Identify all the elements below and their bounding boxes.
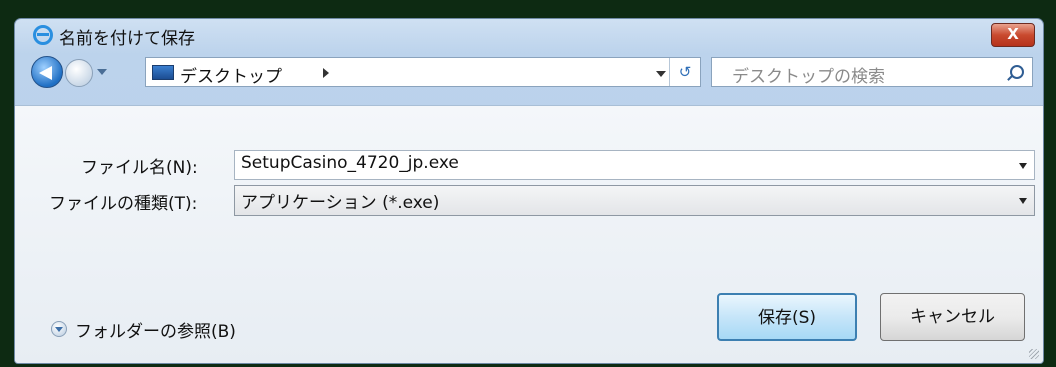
dialog-body: ファイル名(N): SetupCasino_4720_jp.exe ファイルの種… — [15, 105, 1043, 363]
dialog-title: 名前を付けて保存 — [59, 29, 195, 49]
refresh-icon[interactable]: ↺ — [669, 58, 700, 86]
address-bar[interactable]: デスクトップ ↺ — [145, 57, 701, 87]
internet-explorer-icon — [33, 25, 53, 45]
resize-grip-icon[interactable] — [1029, 349, 1039, 359]
browse-folders-toggle[interactable]: フォルダーの参照(B) — [75, 317, 236, 342]
filename-dropdown-icon[interactable] — [1019, 163, 1027, 169]
save-button[interactable]: 保存(S) — [717, 293, 857, 341]
filename-label: ファイル名(N): — [81, 158, 198, 178]
close-button[interactable]: X — [991, 23, 1035, 47]
navigation-bar: デスクトップ ↺ デスクトップの検索 — [15, 51, 1043, 93]
filetype-dropdown-icon[interactable] — [1019, 198, 1027, 204]
search-icon[interactable] — [1010, 65, 1024, 79]
desktop-icon — [152, 65, 174, 80]
filetype-value[interactable]: アプリケーション (*.exe) — [241, 193, 439, 213]
recent-pages-dropdown-icon[interactable] — [97, 69, 107, 75]
expand-folders-icon[interactable] — [51, 321, 67, 337]
breadcrumb-desktop[interactable]: デスクトップ — [180, 62, 282, 87]
search-box[interactable]: デスクトップの検索 — [711, 57, 1033, 87]
filename-value[interactable]: SetupCasino_4720_jp.exe — [241, 153, 459, 173]
filetype-select[interactable]: アプリケーション (*.exe) — [234, 185, 1035, 216]
cancel-button[interactable]: キャンセル — [880, 293, 1025, 341]
filename-field[interactable]: SetupCasino_4720_jp.exe — [234, 150, 1035, 180]
search-input[interactable]: デスクトップの検索 — [732, 62, 885, 87]
address-dropdown-icon[interactable] — [656, 71, 666, 77]
forward-arrow-icon[interactable] — [65, 59, 93, 87]
breadcrumb-chevron-icon[interactable] — [323, 68, 329, 78]
title-bar: 名前を付けて保存 X — [15, 19, 1043, 49]
filetype-label: ファイルの種類(T): — [49, 194, 198, 214]
save-as-dialog: 名前を付けて保存 X デスクトップ ↺ デスクトップの検索 ファイル名(N): … — [14, 18, 1044, 364]
back-arrow-icon[interactable] — [31, 56, 63, 88]
